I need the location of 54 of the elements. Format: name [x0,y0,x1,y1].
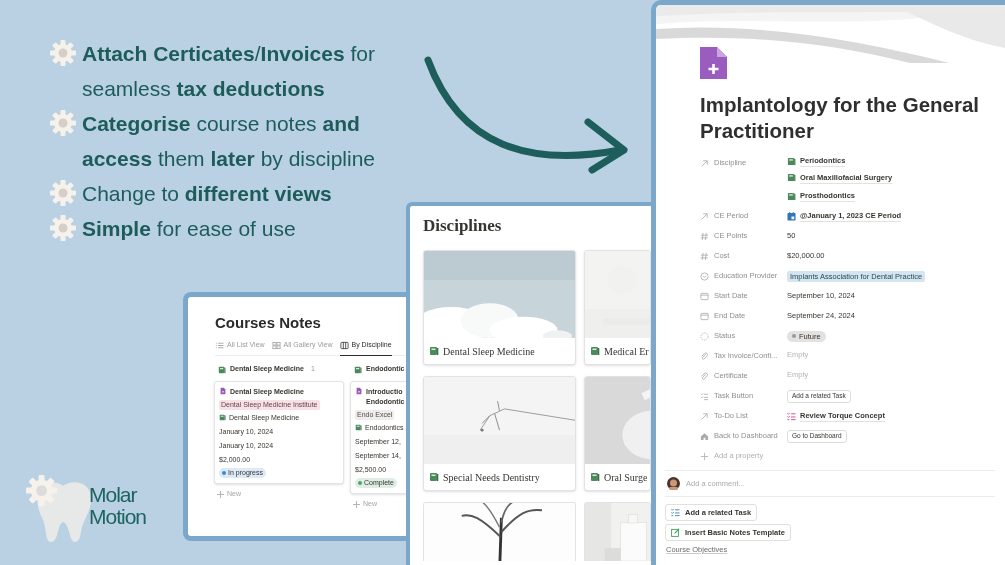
plus-icon [217,490,224,498]
edit-icon [671,528,680,537]
plus-icon [353,500,360,508]
gallery-icon [271,340,281,350]
book-icon [355,424,362,432]
book-icon [354,365,362,374]
calendar-icon [700,311,709,321]
gear-icon [50,215,76,241]
page-title: Implantology for the General Practitioner [700,92,981,144]
card-title: Medical Er [604,344,649,359]
book-icon [429,346,439,356]
gallery-card[interactable]: Oral Surge [584,376,651,491]
gallery-card[interactable]: Dental Sleep Medicine [423,250,576,365]
plus-icon [700,451,709,461]
book-icon [590,472,600,482]
gear-icon [50,180,76,206]
arrow-icon [700,411,709,421]
document-icon [355,386,363,395]
checklist-icon [700,391,709,401]
board-icon [339,340,349,350]
book-icon [787,173,796,183]
avatar-icon [667,477,680,490]
arrow-icon [700,158,709,168]
circle-chevron-icon [700,271,709,281]
checklist-icon [787,411,796,421]
book-icon [787,191,796,201]
feature-text: Change to different views [82,181,333,207]
feature-text: Simple for ease of use [82,216,297,242]
arrow-icon [700,211,709,221]
hash-icon [700,231,709,241]
book-icon [429,472,439,482]
gear-icon [50,110,76,136]
home-icon [700,431,709,441]
hash-icon [700,251,709,261]
dashed-circle-icon [700,331,709,341]
book-icon [787,156,796,166]
checklist-icon [671,508,680,517]
document-icon [219,386,227,395]
book-icon [218,365,226,374]
calendar-icon [787,211,796,221]
card-title: Oral Surge [604,470,648,485]
card-title: Dental Sleep Medicine [443,344,535,359]
book-icon [590,346,600,356]
gear-icon [50,40,76,66]
calendar-icon [700,291,709,301]
card-title: Special Needs Dentistry [443,470,540,485]
gallery-card[interactable]: Special Needs Dentistry [423,376,576,491]
book-icon [219,414,226,422]
document-plus-icon [700,47,727,79]
page-title: Courses Notes [215,313,322,333]
page-title: Disciplines [423,215,503,237]
gallery-card[interactable]: Medical Er [584,250,651,365]
logo-text: Molar Motion [89,484,148,528]
list-icon [215,340,224,350]
